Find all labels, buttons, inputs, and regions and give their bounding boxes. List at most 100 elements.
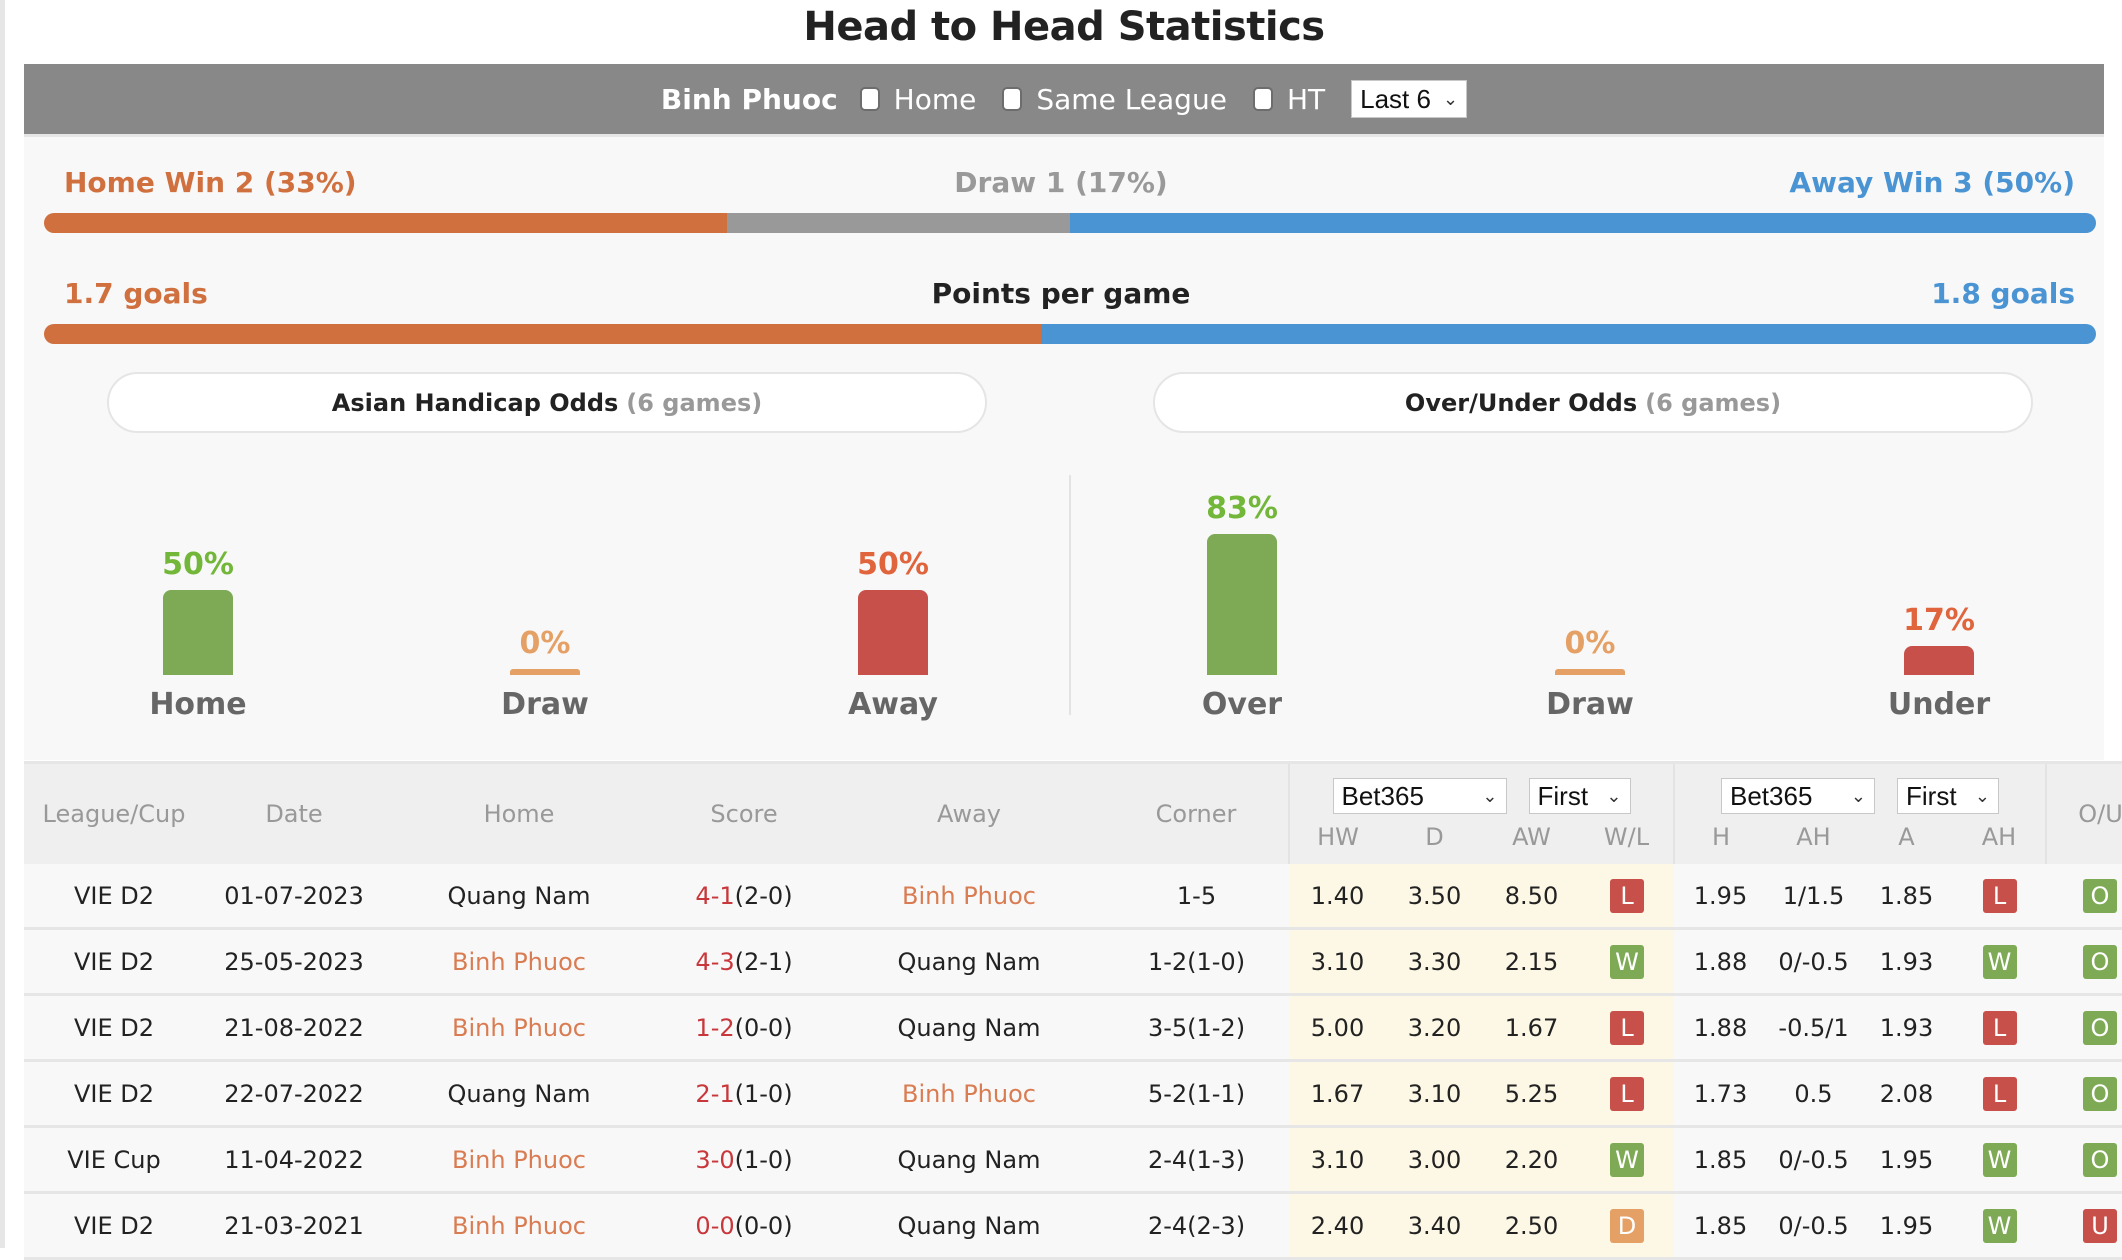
league-name[interactable]: VIE D2 — [74, 1014, 154, 1042]
bar-category-label: Away — [848, 687, 938, 722]
away-team[interactable]: Quang Nam — [898, 1212, 1041, 1240]
handicap-away-odds: 1.93 — [1879, 1013, 1934, 1042]
ht-filter-checkbox[interactable]: HT — [1252, 82, 1326, 116]
odds-1x2-type-select[interactable]: First ⌄ — [1528, 778, 1631, 814]
col-header-h: H — [1673, 822, 1767, 864]
odds-ah-header: Bet365 ⌄ First ⌄ — [1673, 761, 2046, 822]
home-team[interactable]: Quang Nam — [448, 1080, 591, 1108]
handicap-result-badge: L — [1982, 1010, 2017, 1045]
points-per-game-label: Points per game — [931, 277, 1191, 310]
odds-1x2-company-select[interactable]: Bet365 ⌄ — [1332, 778, 1507, 814]
checkbox-label: HT — [1286, 82, 1326, 116]
h-cell: 1.73 — [1674, 1060, 1767, 1128]
results-bar-away-segment — [1069, 213, 2096, 233]
corner-cell: 1-5 — [1104, 864, 1289, 930]
h2h-table-body: VIE D2 01-07-2023 Quang Nam 4-1(2-0) Binh Ph… — [24, 864, 2122, 1260]
select-value: Bet365 — [1341, 780, 1424, 811]
half-time-score: (0-0) — [734, 1013, 793, 1042]
date-cell: 25-05-2023 — [204, 928, 384, 996]
home-team[interactable]: Binh Phuoc — [452, 1146, 586, 1174]
home-team[interactable]: Binh Phuoc — [452, 948, 586, 976]
corner-value: 2-4(1-3) — [1147, 1145, 1246, 1174]
away-team[interactable]: Quang Nam — [898, 1014, 1041, 1042]
home-team[interactable]: Quang Nam — [448, 882, 591, 910]
ah-result-cell: L — [1953, 994, 2046, 1062]
table-row: VIE D2 21-03-2021 Binh Phuoc 0-0(0-0) Quang … — [24, 1192, 2122, 1260]
d-cell: 3.20 — [1386, 994, 1483, 1062]
home-cell: Binh Phuoc — [384, 994, 654, 1062]
checkbox-icon[interactable] — [1252, 87, 1273, 111]
home-filter-checkbox[interactable]: Home — [859, 83, 976, 116]
wl-cell: W — [1580, 928, 1674, 996]
a-cell: 1.93 — [1860, 928, 1953, 996]
full-time-score[interactable]: 0-0 — [695, 1212, 734, 1240]
date-cell: 22-07-2022 — [204, 1060, 384, 1128]
ah-result-cell: W — [1953, 928, 2046, 996]
away-team[interactable]: Binh Phuoc — [902, 882, 1036, 910]
corner-value: 1-2(1-0) — [1147, 947, 1246, 976]
select-value: First — [1906, 780, 1957, 811]
away-win-odds: 8.50 — [1504, 881, 1559, 910]
over-under-tab[interactable]: Over/Under Odds (6 games) — [1153, 372, 2033, 433]
corner-value: 3-5(1-2) — [1147, 1013, 1246, 1042]
full-time-score[interactable]: 4-3 — [695, 948, 734, 976]
handicap-line: 1/1.5 — [1782, 881, 1845, 910]
team-name: Binh Phuoc — [660, 82, 838, 116]
league-name[interactable]: VIE D2 — [74, 948, 154, 976]
hw-cell: 2.40 — [1289, 1192, 1386, 1260]
ah-cell: 1/1.5 — [1767, 864, 1860, 930]
select-value: Bet365 — [1730, 780, 1813, 811]
home-cell: Quang Nam — [384, 1060, 654, 1128]
league-cell: VIE D2 — [24, 1060, 204, 1128]
range-select[interactable]: Last 6 ⌄ — [1351, 80, 1468, 118]
handicap-line: -0.5/1 — [1778, 1013, 1849, 1042]
match-date: 25-05-2023 — [224, 947, 364, 976]
league-name[interactable]: VIE D2 — [74, 1212, 154, 1240]
league-name[interactable]: VIE D2 — [74, 1080, 154, 1108]
handicap-away-odds: 2.08 — [1879, 1079, 1934, 1108]
bar-category-label: Home — [149, 687, 247, 722]
table-row: VIE D2 21-08-2022 Binh Phuoc 1-2(0-0) Quang … — [24, 994, 2122, 1062]
away-win-odds: 2.20 — [1504, 1145, 1559, 1174]
home-win-odds: 5.00 — [1310, 1013, 1365, 1042]
range-select-value: Last 6 — [1360, 83, 1431, 114]
full-time-score[interactable]: 3-0 — [695, 1146, 734, 1174]
odds-ah-type-select[interactable]: First ⌄ — [1897, 778, 1999, 814]
d-cell: 3.30 — [1386, 928, 1483, 996]
checkbox-icon[interactable] — [1002, 87, 1023, 111]
home-cell: Quang Nam — [384, 864, 654, 930]
match-date: 21-03-2021 — [224, 1211, 364, 1240]
col-header-score: Score — [654, 761, 834, 864]
odds-1x2-header: Bet365 ⌄ First ⌄ — [1288, 761, 1674, 822]
league-cell: VIE D2 — [24, 928, 204, 996]
full-time-score[interactable]: 4-1 — [695, 882, 734, 910]
filter-bar: Binh Phuoc Home Same League HT Last 6 ⌄ — [24, 64, 2104, 137]
league-name[interactable]: VIE D2 — [74, 882, 154, 910]
draw-odds: 3.20 — [1407, 1013, 1462, 1042]
same-league-filter-checkbox[interactable]: Same League — [1002, 83, 1227, 116]
hw-cell: 5.00 — [1289, 994, 1386, 1062]
score-cell: 0-0(0-0) — [654, 1192, 834, 1260]
league-name[interactable]: VIE Cup — [67, 1146, 161, 1174]
bar-mark — [510, 669, 580, 675]
handicap-home-odds: 1.95 — [1693, 881, 1748, 910]
away-team[interactable]: Quang Nam — [898, 948, 1041, 976]
away-cell: Quang Nam — [834, 994, 1104, 1062]
away-cell: Binh Phuoc — [834, 864, 1104, 930]
bar-percent-label: 50% — [857, 547, 929, 582]
full-time-score[interactable]: 2-1 — [695, 1080, 734, 1108]
home-team[interactable]: Binh Phuoc — [452, 1014, 586, 1042]
handicap-home-odds: 1.85 — [1693, 1145, 1748, 1174]
asian-handicap-tab[interactable]: Asian Handicap Odds (6 games) — [107, 372, 987, 433]
handicap-result-badge: L — [1982, 1076, 2017, 1111]
checkbox-icon[interactable] — [859, 87, 880, 111]
col-header-d: D — [1386, 822, 1483, 864]
odds-ah-company-select[interactable]: Bet365 ⌄ — [1721, 778, 1875, 814]
away-team[interactable]: Binh Phuoc — [902, 1080, 1036, 1108]
full-time-score[interactable]: 1-2 — [695, 1014, 734, 1042]
hw-cell: 3.10 — [1289, 928, 1386, 996]
handicap-line: 0/-0.5 — [1778, 947, 1849, 976]
table-row: VIE Cup 11-04-2022 Binh Phuoc 3-0(1-0) Quang… — [24, 1126, 2122, 1194]
away-team[interactable]: Quang Nam — [898, 1146, 1041, 1174]
home-team[interactable]: Binh Phuoc — [452, 1212, 586, 1240]
